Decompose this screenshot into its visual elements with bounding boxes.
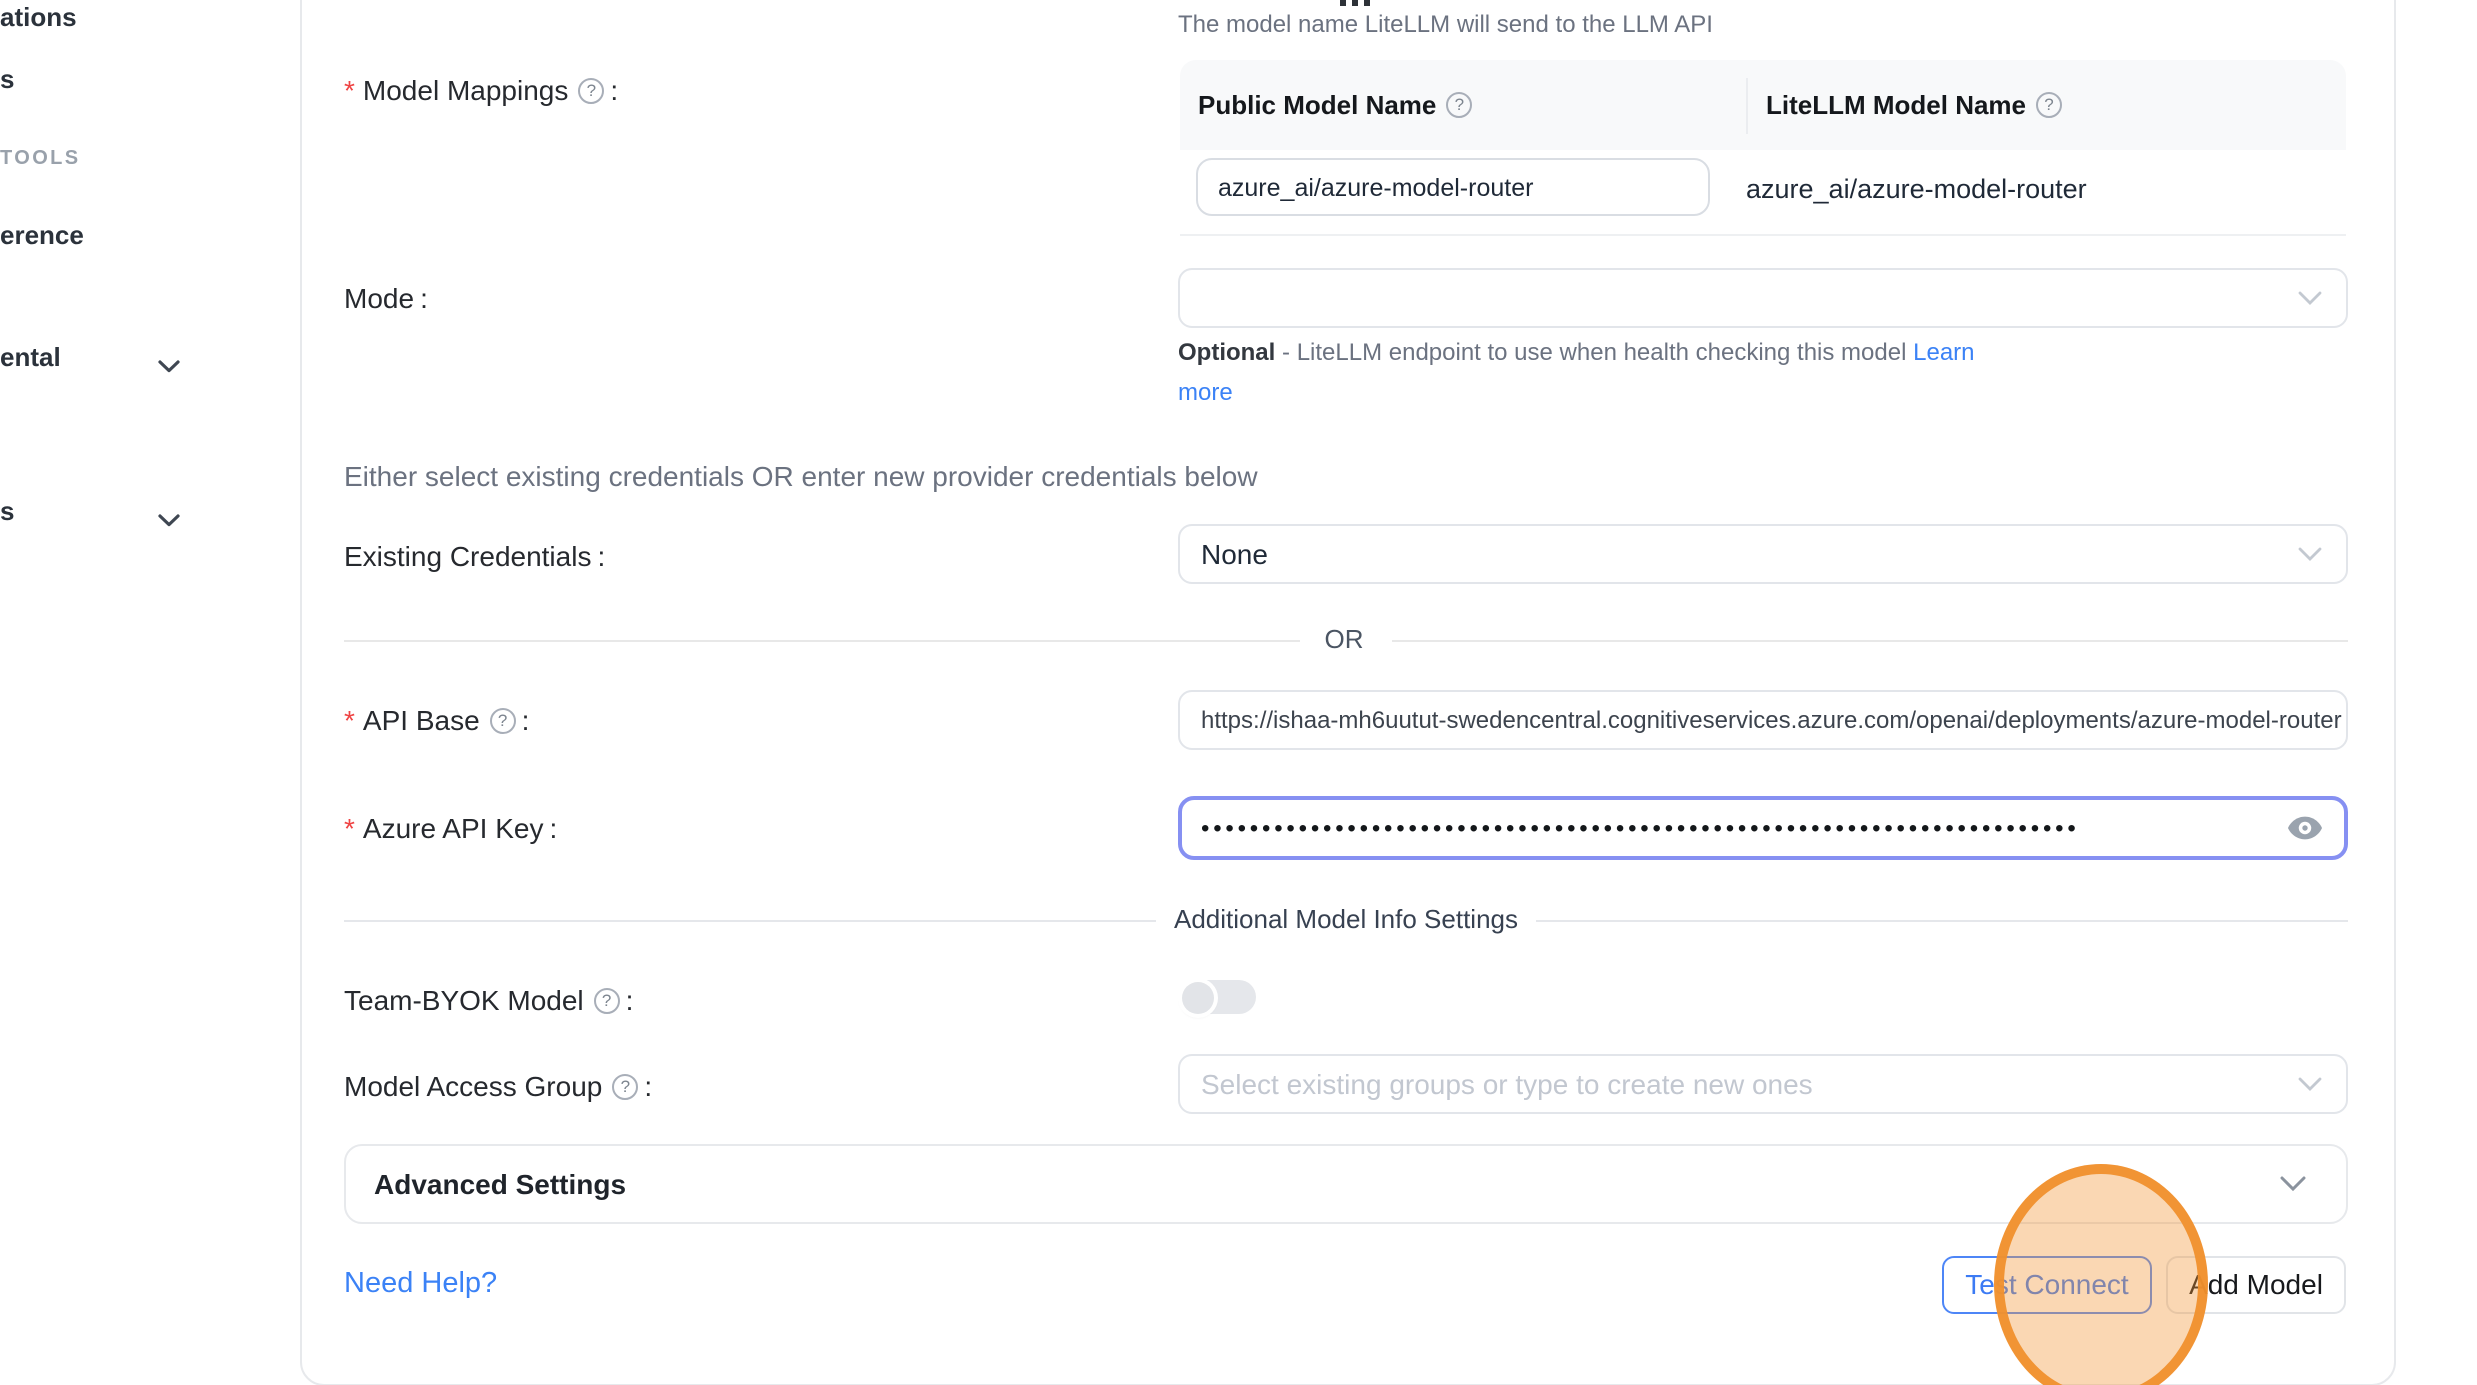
public-model-name-input[interactable]: azure_ai/azure-model-router bbox=[1196, 158, 1710, 216]
azure-api-key-label: Azure API Key bbox=[344, 812, 557, 844]
sidebar-section-tools: TOOLS bbox=[0, 148, 81, 170]
table-header-row: Public Model Name LiteLLM Model Name bbox=[1180, 60, 2346, 150]
team-byok-label: Team-BYOK Model bbox=[344, 984, 633, 1016]
divider-line bbox=[344, 920, 1156, 922]
existing-credentials-value: None bbox=[1201, 538, 1268, 570]
header-litellm-model-name: LiteLLM Model Name bbox=[1746, 77, 2346, 133]
chevron-down-icon bbox=[2298, 547, 2322, 561]
help-icon[interactable] bbox=[578, 77, 604, 103]
litellm-model-name-value: azure_ai/azure-model-router bbox=[1746, 150, 2087, 226]
eye-icon[interactable] bbox=[2288, 816, 2322, 840]
divider-line bbox=[344, 640, 1300, 642]
or-divider-text: OR bbox=[1304, 624, 1384, 654]
help-icon[interactable] bbox=[490, 707, 516, 733]
required-asterisk bbox=[344, 812, 363, 844]
required-asterisk bbox=[344, 74, 363, 106]
additional-settings-divider-text: Additional Model Info Settings bbox=[1156, 904, 1536, 934]
api-base-label: API Base bbox=[344, 704, 529, 736]
select-placeholder: Select existing groups or type to create… bbox=[1201, 1068, 1813, 1100]
sidebar-item-clipped[interactable]: ental bbox=[0, 342, 61, 372]
mode-help-text: Optional - LiteLLM endpoint to use when … bbox=[1178, 332, 2002, 412]
help-icon[interactable] bbox=[612, 1073, 638, 1099]
model-name-note: The model name LiteLLM will send to the … bbox=[1178, 10, 1713, 38]
help-icon[interactable] bbox=[1446, 92, 1472, 118]
azure-api-key-input[interactable]: ••••••••••••••••••••••••••••••••••••••••… bbox=[1177, 796, 2348, 860]
sidebar-item-clipped[interactable]: ations bbox=[0, 2, 77, 32]
sidebar-item-clipped[interactable]: s bbox=[0, 496, 14, 526]
add-model-form-page: ations s TOOLS erence ental s The model … bbox=[0, 0, 2477, 1385]
existing-credentials-select[interactable]: None bbox=[1177, 524, 2348, 584]
help-icon[interactable] bbox=[594, 987, 620, 1013]
chevron-down-icon[interactable] bbox=[158, 502, 180, 538]
chevron-down-icon bbox=[2298, 291, 2322, 305]
model-access-group-label: Model Access Group bbox=[344, 1070, 652, 1102]
table-row: azure_ai/azure-model-router azure_ai/azu… bbox=[1180, 150, 2346, 236]
chevron-down-icon bbox=[2298, 1077, 2322, 1091]
model-access-group-select[interactable]: Select existing groups or type to create… bbox=[1177, 1054, 2348, 1114]
mode-select[interactable] bbox=[1177, 268, 2348, 328]
mode-label: Mode bbox=[344, 282, 428, 314]
chevron-down-icon bbox=[2280, 1176, 2306, 1192]
divider-line bbox=[1536, 920, 2348, 922]
need-help-link[interactable]: Need Help? bbox=[344, 1268, 497, 1300]
divider-line bbox=[1392, 640, 2348, 642]
credentials-note: Either select existing credentials OR en… bbox=[344, 460, 1258, 492]
masked-password-value: ••••••••••••••••••••••••••••••••••••••••… bbox=[1201, 814, 2105, 842]
clipped-text-fragment bbox=[1340, 0, 1372, 6]
existing-credentials-label: Existing Credentials bbox=[344, 540, 605, 572]
sidebar-item-clipped[interactable]: erence bbox=[0, 220, 84, 250]
model-mappings-table: Public Model Name LiteLLM Model Name azu… bbox=[1180, 60, 2346, 236]
required-asterisk bbox=[344, 704, 363, 736]
sidebar-item-clipped[interactable]: s bbox=[0, 64, 14, 94]
api-base-input[interactable]: https://ishaa-mh6uutut-swedencentral.cog… bbox=[1177, 690, 2348, 750]
toggle-knob bbox=[1182, 981, 1214, 1013]
advanced-settings-toggle[interactable]: Advanced Settings bbox=[344, 1144, 2348, 1224]
chevron-down-icon[interactable] bbox=[158, 348, 180, 384]
help-icon[interactable] bbox=[2036, 92, 2062, 118]
add-model-button[interactable]: Add Model bbox=[2166, 1255, 2346, 1313]
team-byok-toggle[interactable] bbox=[1184, 980, 1256, 1014]
model-mappings-label: Model Mappings bbox=[344, 74, 618, 106]
test-connect-button[interactable]: Test Connect bbox=[1942, 1255, 2152, 1313]
header-public-model-name: Public Model Name bbox=[1180, 90, 1746, 120]
